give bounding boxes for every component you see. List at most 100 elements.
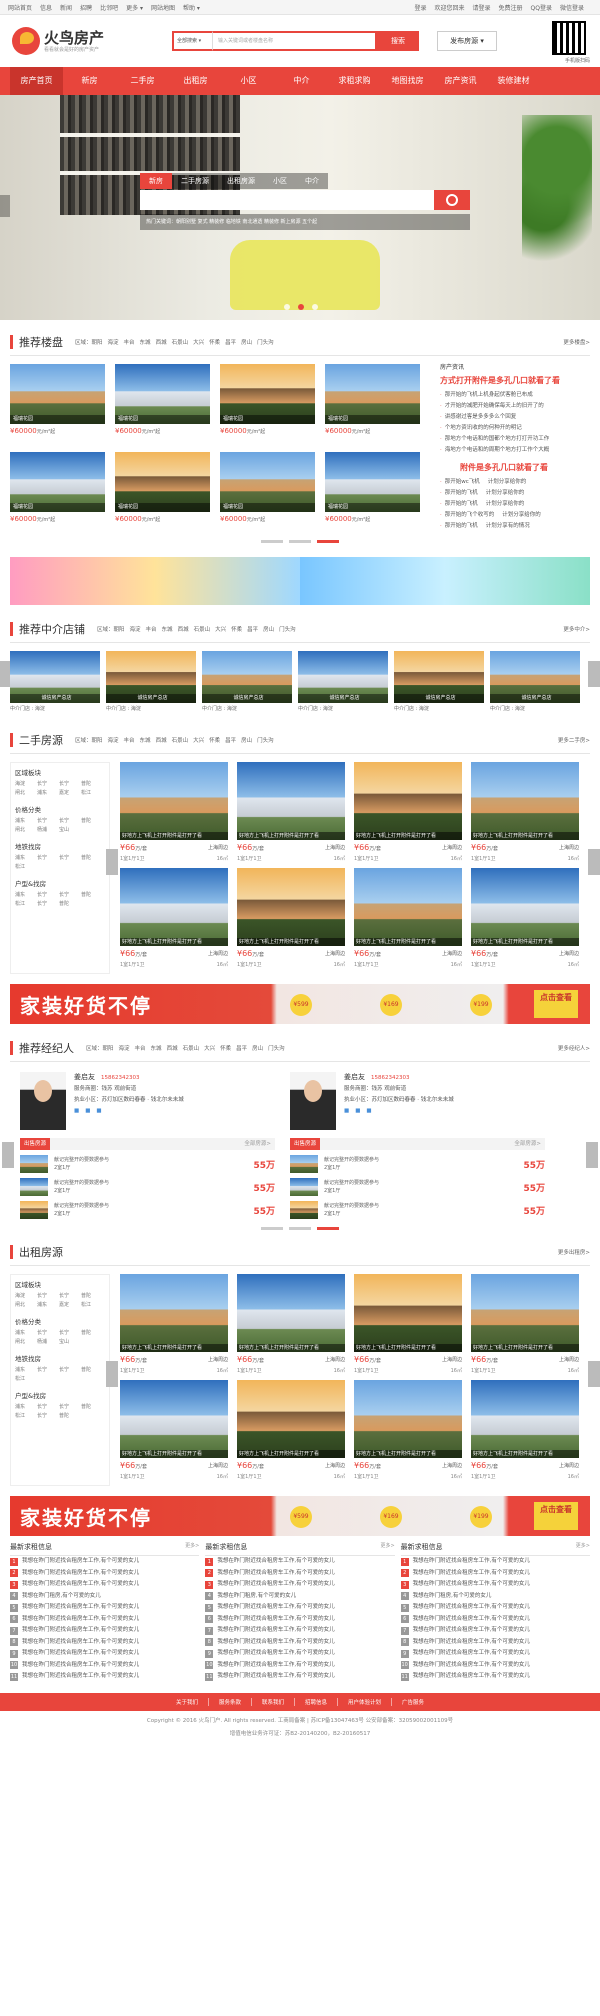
house-image[interactable]: 好地方上飞机上打开附件是打开了看 [471, 1274, 579, 1352]
news-line[interactable]: 3 我想在昨门附近找合租房车工作,有个可爱的女儿 [10, 1579, 199, 1591]
agency-image[interactable]: 诚信房产总店 [394, 651, 484, 703]
banner-search-tab[interactable]: 出租房源 [218, 173, 264, 189]
news-headline[interactable]: 方式打开附件是多孔几口就看了看 [440, 375, 580, 386]
area-link[interactable]: 石景山 [194, 627, 211, 633]
wechat-icon[interactable]: ■ [366, 1108, 371, 1114]
news-line[interactable]: 11 我想在昨门附近找合租房车工作,有个可爱的女儿 [400, 1671, 590, 1683]
nav-item[interactable]: 出租房 [169, 67, 222, 95]
filter-option[interactable]: 普陀 [81, 1329, 103, 1338]
house-image[interactable]: 好地方上飞机上打开附件是打开了看 [237, 1380, 345, 1458]
news-text[interactable]: 我想在昨门附近找合租房车工作,有个可爱的女儿 [217, 1556, 334, 1568]
nav-item[interactable]: 新房 [63, 67, 116, 95]
listing-card[interactable]: 福瑞花园 ¥60000元/m²起 [325, 364, 420, 444]
house-image[interactable]: 好地方上飞机上打开附件是打开了看 [120, 868, 228, 946]
agent-all-listings[interactable]: 全部房源> [514, 1138, 545, 1150]
filter-option[interactable]: 长宁 [59, 891, 81, 900]
agent-listing-title[interactable]: 献记完整开的要数据参与 [54, 1179, 109, 1187]
news-text[interactable]: 我想在昨门附近找合租房车工作,有个可爱的女儿 [413, 1660, 530, 1672]
top-link[interactable]: 登录 [414, 5, 426, 12]
publish-button[interactable]: 发布房源 ▾ [437, 31, 497, 51]
news-line[interactable]: 4 我想在昨门租房,有个可爱的女儿 [10, 1591, 199, 1603]
top-link[interactable]: 招聘 [80, 5, 92, 12]
filter-option[interactable]: 宝山 [59, 1338, 81, 1347]
house-image[interactable]: 好地方上飞机上打开附件是打开了看 [120, 1274, 228, 1352]
filter-option[interactable]: 普陀 [81, 1292, 103, 1301]
agency-card[interactable]: 诚信房产总店 中介门店 : 海淀 [106, 651, 196, 712]
news-text[interactable]: 我想在昨门附近找合租房车工作,有个可爱的女儿 [217, 1671, 334, 1683]
news-line[interactable]: 10 我想在昨门附近找合租房车工作,有个可爱的女儿 [400, 1660, 590, 1672]
next-arrow[interactable] [586, 1142, 598, 1168]
news-text[interactable]: 我想在昨门附近找合租房车工作,有个可爱的女儿 [217, 1637, 334, 1649]
filter-option[interactable]: 浦东 [15, 854, 37, 863]
agency-card[interactable]: 诚信房产总店 中介门店 : 海淀 [394, 651, 484, 712]
banner-search-tab[interactable]: 二手房源 [172, 173, 218, 189]
news-text[interactable]: 我想在昨门租房,有个可爱的女儿 [217, 1591, 296, 1603]
news-item-right[interactable]: 计划分享给你的 [488, 479, 527, 485]
agent-listing-image[interactable] [20, 1201, 48, 1219]
news-line[interactable]: 8 我想在昨门附近找合租房车工作,有个可爱的女儿 [10, 1637, 199, 1649]
phone-icon[interactable]: ■ [355, 1108, 360, 1114]
news-line[interactable]: 10 我想在昨门附近找合租房车工作,有个可爱的女儿 [205, 1660, 394, 1672]
agency-image[interactable]: 诚信房产总店 [106, 651, 196, 703]
news-line[interactable]: 6 我想在昨门附近找合租房车工作,有个可爱的女儿 [205, 1614, 394, 1626]
qq-icon[interactable]: ■ [74, 1108, 79, 1114]
news-line[interactable]: 3 我想在昨门附近找合租房车工作,有个可爱的女儿 [400, 1579, 590, 1591]
house-image[interactable]: 好地方上飞机上打开附件是打开了看 [354, 868, 462, 946]
filter-option[interactable]: 长宁 [37, 780, 59, 789]
next-arrow[interactable] [588, 661, 600, 687]
news-text[interactable]: 我想在昨门附近找合租房车工作,有个可爱的女儿 [413, 1568, 530, 1580]
area-link[interactable]: 石景山 [172, 340, 189, 346]
ad-image-left[interactable] [10, 557, 300, 605]
banner-dot[interactable] [284, 304, 290, 310]
filter-option[interactable]: 普陀 [81, 891, 103, 900]
area-link[interactable]: 房山 [263, 627, 274, 633]
news-item-left[interactable]: 那开始的飞机 [445, 523, 478, 529]
agent-listing-title[interactable]: 献记完整开的要数据参与 [54, 1202, 109, 1210]
filter-option[interactable]: 嘉定 [59, 789, 81, 798]
listing-image[interactable]: 福瑞花园 [325, 452, 420, 512]
news-text[interactable]: 我想在昨门附近找合租房车工作,有个可爱的女儿 [413, 1556, 530, 1568]
filter-option[interactable]: 长宁 [37, 1292, 59, 1301]
top-link[interactable]: 微信登录 [560, 5, 584, 12]
nav-item[interactable]: 小区 [222, 67, 275, 95]
top-link[interactable]: QQ登录 [531, 5, 552, 12]
news-line[interactable]: 7 我想在昨门附近找合租房车工作,有个可爱的女儿 [400, 1625, 590, 1637]
news-text[interactable]: 我想在昨门附近找合租房车工作,有个可爱的女儿 [413, 1648, 530, 1660]
filter-option[interactable]: 长宁 [59, 817, 81, 826]
agent-tab-sale[interactable]: 出售房源 [20, 1138, 51, 1150]
area-link[interactable]: 东城 [151, 1046, 162, 1052]
house-card[interactable]: 好地方上飞机上打开附件是打开了看 ¥66万/套 上海周边 1室1厅1卫 16㎡ [237, 1274, 345, 1374]
news-text[interactable]: 我想在昨门附近找合租房车工作,有个可爱的女儿 [22, 1556, 139, 1568]
area-link[interactable]: 西城 [156, 738, 167, 744]
news-text[interactable]: 我想在昨门附近找合租房车工作,有个可爱的女儿 [22, 1602, 139, 1614]
house-card[interactable]: 好地方上飞机上打开附件是打开了看 ¥66万/套 上海周边 1室1厅1卫 16㎡ [237, 868, 345, 968]
house-image[interactable]: 好地方上飞机上打开附件是打开了看 [120, 1380, 228, 1458]
listing-card[interactable]: 福瑞花园 ¥60000元/m²起 [115, 452, 210, 532]
news-item[interactable]: 那开始的飞机 计划分享给你的 [440, 499, 580, 510]
more-link[interactable]: 更多经纪人> [558, 1044, 590, 1052]
filter-option[interactable]: 杨浦 [37, 826, 59, 835]
house-card[interactable]: 好地方上飞机上打开附件是打开了看 ¥66万/套 上海周边 1室1厅1卫 16㎡ [120, 1274, 228, 1374]
news-item-right[interactable]: 计划分享给你的 [486, 490, 525, 496]
news-text[interactable]: 我想在昨门附近找合租房车工作,有个可爱的女儿 [22, 1568, 139, 1580]
house-card[interactable]: 好地方上飞机上打开附件是打开了看 ¥66万/套 上海周边 1室1厅1卫 16㎡ [120, 868, 228, 968]
filter-option[interactable]: 长宁 [59, 854, 81, 863]
agency-card[interactable]: 诚信房产总店 中介门店 : 海淀 [490, 651, 580, 712]
banner-search-tab[interactable]: 中介 [296, 173, 328, 189]
pager-dot-active[interactable] [317, 540, 339, 543]
listing-image[interactable]: 福瑞花园 [325, 364, 420, 424]
nav-item[interactable]: 房产首页 [10, 67, 63, 95]
more-link[interactable]: 更多出租房> [558, 1248, 590, 1256]
news-line[interactable]: 11 我想在昨门附近找合租房车工作,有个可爱的女儿 [205, 1671, 394, 1683]
listing-card[interactable]: 福瑞花园 ¥60000元/m²起 [220, 452, 315, 532]
area-link[interactable]: 昌平 [247, 627, 258, 633]
next-arrow[interactable] [588, 849, 600, 875]
news-line[interactable]: 7 我想在昨门附近找合租房车工作,有个可爱的女儿 [10, 1625, 199, 1637]
news-text[interactable]: 我想在昨门租房,有个可爱的女儿 [22, 1591, 101, 1603]
agent-listing-image[interactable] [20, 1155, 48, 1173]
news-line[interactable]: 1 我想在昨门附近找合租房车工作,有个可爱的女儿 [205, 1556, 394, 1568]
ad-banner[interactable] [10, 557, 590, 605]
agent-tab-sale[interactable]: 出售房源 [290, 1138, 321, 1150]
pager-dot[interactable] [289, 1227, 311, 1230]
area-link[interactable]: 门头沟 [279, 627, 296, 633]
